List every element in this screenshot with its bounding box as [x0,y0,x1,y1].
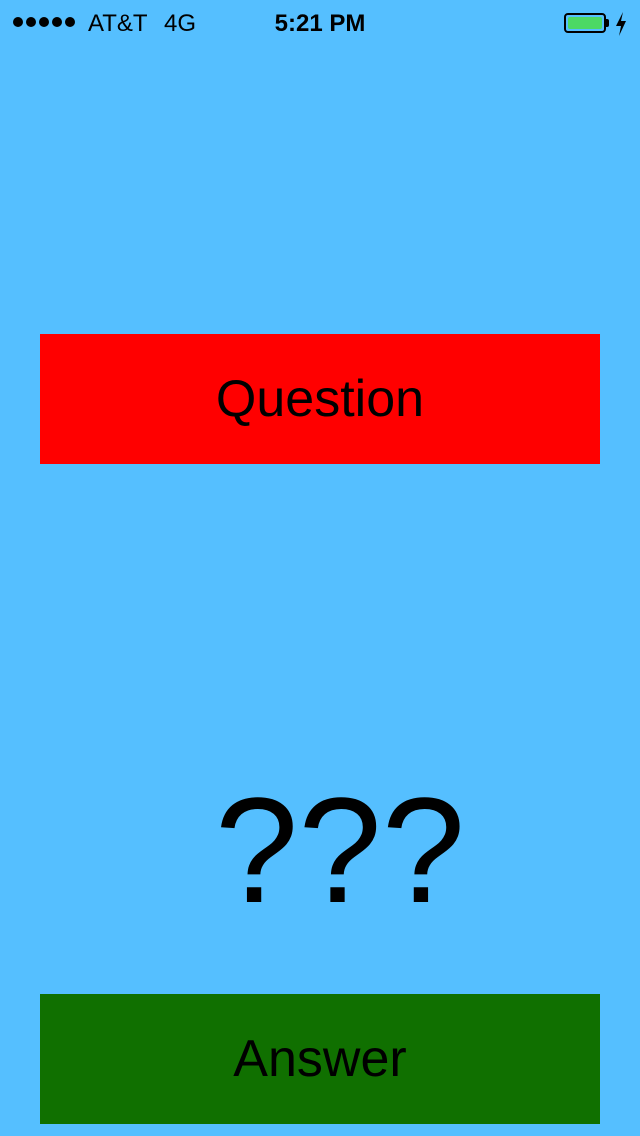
answer-button-label: Answer [233,1030,407,1088]
answer-button[interactable]: Answer [40,994,600,1124]
answer-display: ??? [214,766,466,934]
question-button-label: Question [215,370,425,428]
status-bar: AT&T 4G 5:21 PM [0,0,640,40]
charging-bolt-icon [616,12,626,36]
battery-tip [606,19,609,27]
battery-icon [564,13,606,33]
battery-level [568,17,602,29]
question-button[interactable]: Question [40,334,600,464]
status-time: 5:21 PM [274,10,366,37]
